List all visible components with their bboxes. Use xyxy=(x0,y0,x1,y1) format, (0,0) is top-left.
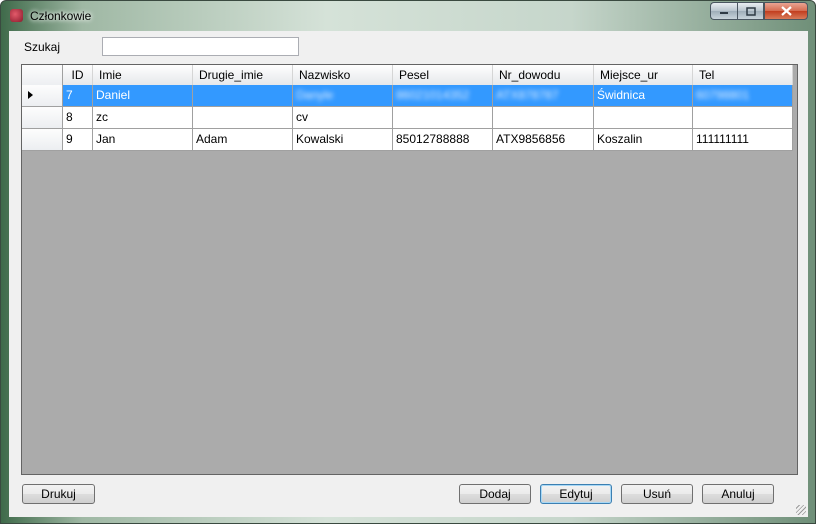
cell-tel[interactable]: 60798801 xyxy=(693,85,793,107)
title-bar[interactable]: Członkowie xyxy=(1,1,815,31)
blurred-text: 60798801 xyxy=(696,88,750,102)
table-row[interactable]: 8 zc cv xyxy=(22,107,793,129)
column-header-drugie-imie[interactable]: Drugie_imie xyxy=(193,65,293,87)
cell-nazwisko[interactable]: cv xyxy=(293,107,393,129)
maximize-button[interactable] xyxy=(737,2,764,20)
cell-pesel[interactable]: 85012788888 xyxy=(393,129,493,151)
cell-id[interactable]: 8 xyxy=(63,107,93,129)
cell-id[interactable]: 7 xyxy=(63,85,93,107)
column-header-pesel[interactable]: Pesel xyxy=(393,65,493,87)
cell-drugie-imie[interactable] xyxy=(193,85,293,107)
cell-miejsce-ur[interactable] xyxy=(594,107,693,129)
row-header[interactable] xyxy=(22,129,63,151)
close-button[interactable] xyxy=(764,2,808,20)
row-header[interactable] xyxy=(22,107,63,129)
maximize-icon xyxy=(745,6,756,16)
search-input[interactable] xyxy=(102,37,299,56)
members-grid[interactable]: ID Imie Drugie_imie Nazwisko Pesel Nr_do… xyxy=(21,64,798,475)
cell-nr-dowodu[interactable]: ATX9856856 xyxy=(493,129,594,151)
blurred-text: 86021014352 xyxy=(396,88,470,102)
cell-tel[interactable]: 111111111 xyxy=(693,129,793,151)
app-icon[interactable] xyxy=(10,9,23,22)
caption-buttons xyxy=(710,2,808,21)
cell-imie[interactable]: Daniel xyxy=(93,85,193,107)
column-header-nr-dowodu[interactable]: Nr_dowodu xyxy=(493,65,594,87)
members-window: Członkowie Szukaj ID Imie Drugie_imie Na… xyxy=(0,0,816,524)
client-area: Szukaj ID Imie Drugie_imie Nazwisko Pese… xyxy=(9,31,808,517)
column-header-imie[interactable]: Imie xyxy=(93,65,193,87)
print-button[interactable]: Drukuj xyxy=(22,484,95,504)
row-header[interactable] xyxy=(22,85,63,107)
cell-nr-dowodu[interactable]: ATX878787 xyxy=(493,85,594,107)
grid-corner-header[interactable] xyxy=(22,65,63,87)
cell-imie[interactable]: zc xyxy=(93,107,193,129)
minimize-icon xyxy=(720,12,728,14)
cell-drugie-imie[interactable]: Adam xyxy=(193,129,293,151)
window-title: Członkowie xyxy=(30,9,92,23)
cancel-button[interactable]: Anuluj xyxy=(702,484,774,504)
table-row[interactable]: 9 Jan Adam Kowalski 85012788888 ATX98568… xyxy=(22,129,793,151)
grid-header-row: ID Imie Drugie_imie Nazwisko Pesel Nr_do… xyxy=(22,65,793,87)
column-header-nazwisko[interactable]: Nazwisko xyxy=(293,65,393,87)
column-header-miejsce-ur[interactable]: Miejsce_ur xyxy=(594,65,693,87)
column-header-id[interactable]: ID xyxy=(63,65,93,87)
add-button[interactable]: Dodaj xyxy=(459,484,531,504)
delete-button[interactable]: Usuń xyxy=(621,484,693,504)
blurred-text: ATX878787 xyxy=(496,88,559,102)
cell-imie[interactable]: Jan xyxy=(93,129,193,151)
cell-nazwisko[interactable]: Danyle xyxy=(293,85,393,107)
minimize-button[interactable] xyxy=(710,2,737,20)
cell-pesel[interactable]: 86021014352 xyxy=(393,85,493,107)
cell-id[interactable]: 9 xyxy=(63,129,93,151)
edit-button[interactable]: Edytuj xyxy=(540,484,612,504)
cell-drugie-imie[interactable] xyxy=(193,107,293,129)
cell-miejsce-ur[interactable]: Świdnica xyxy=(594,85,693,107)
resize-grip-icon[interactable] xyxy=(796,505,806,515)
close-icon xyxy=(780,6,792,16)
cell-nr-dowodu[interactable] xyxy=(493,107,594,129)
current-row-arrow-icon xyxy=(28,91,33,99)
search-label: Szukaj xyxy=(24,40,61,54)
cell-nazwisko[interactable]: Kowalski xyxy=(293,129,393,151)
cell-miejsce-ur[interactable]: Koszalin xyxy=(594,129,693,151)
blurred-text: Danyle xyxy=(296,88,334,102)
cell-pesel[interactable] xyxy=(393,107,493,129)
cell-tel[interactable] xyxy=(693,107,793,129)
column-header-tel[interactable]: Tel xyxy=(693,65,793,87)
table-row[interactable]: 7 Daniel Danyle 86021014352 ATX878787 Św… xyxy=(22,85,793,107)
